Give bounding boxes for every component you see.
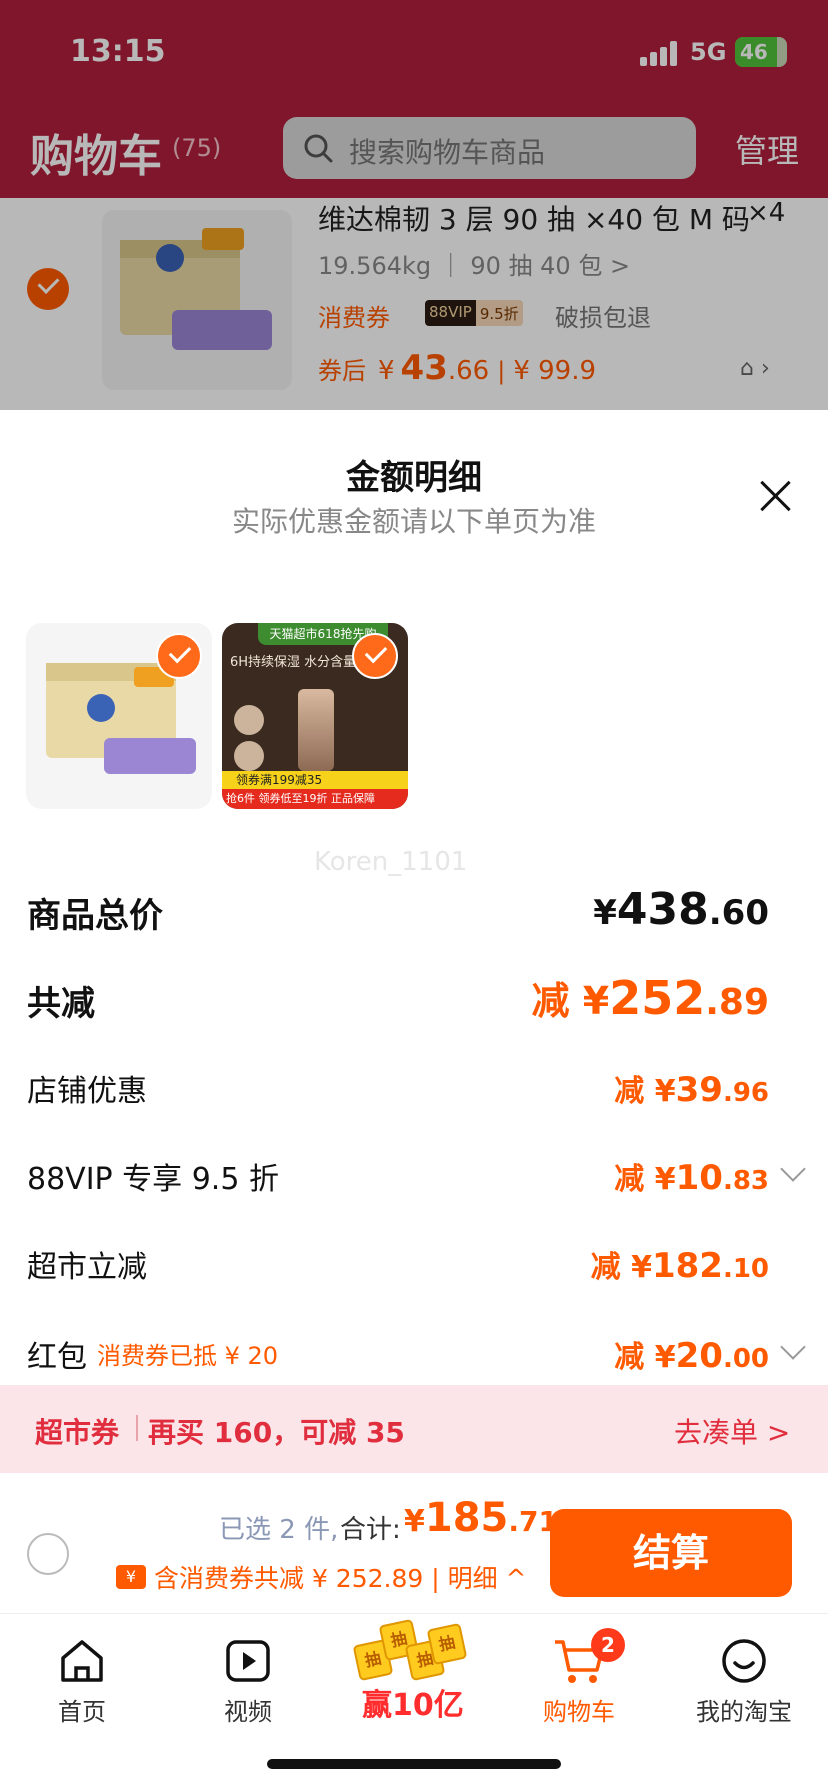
check-icon [156,633,202,679]
amount-detail-sheet: 金额明细 实际优惠金额请以下单页为准 天猫超市618抢先购 6H持续保湿 水分含… [0,410,828,1792]
cart-badge: 2 [591,1628,625,1662]
market-coupon-bar[interactable]: 超市券 再买 160，可减 35 去凑单 > [0,1385,828,1473]
watermark: Koren_1101 [314,847,468,877]
thumb-promo-strip: 抢6件 领券低至19折 正品保障 [222,789,408,809]
red-packet-note: 消费券已抵 ¥ 20 [97,1342,279,1370]
selected-count: 已选 2 件, [219,1515,339,1545]
tab-me[interactable]: 我的淘宝 [684,1636,804,1727]
row-value: 减 ¥20.00 [614,1336,769,1376]
saving-detail-link[interactable]: ¥ 含消费券共减 ¥ 252.89 | 明细 ^ [116,1559,527,1595]
row-value: 减 ¥10.83 [614,1158,769,1198]
smile-icon [722,1639,766,1683]
row-label: 商品总价 [27,896,163,936]
selected-thumb-1[interactable] [26,623,212,809]
row-value: ¥438.60 [593,884,769,935]
tab-label: 视频 [224,1698,272,1726]
thumb-text: 6H持续保湿 水分含量 [230,655,357,670]
tab-label: 首页 [58,1698,106,1726]
chevron-down-icon[interactable] [780,1334,806,1360]
row-label: 88VIP 专享 9.5 折 [27,1162,279,1197]
sheet-title: 金额明细 [346,458,482,498]
tab-cart[interactable]: 2 购物车 [519,1628,639,1727]
promo-tile: 抽 [426,1622,468,1666]
video-icon [226,1640,270,1682]
sum-label: 合计: [340,1515,401,1545]
selected-thumb-2[interactable]: 天猫超市618抢先购 6H持续保湿 水分含量 领券满199减35 抢6件 领券低… [222,623,408,809]
row-value: 减 ¥252.89 [531,971,769,1025]
tab-label: 购物车 [543,1698,615,1726]
row-value: 减 ¥182.10 [590,1246,769,1286]
select-all-radio[interactable] [27,1533,69,1575]
row-label: 店铺优惠 [27,1074,147,1109]
promo-text: 赢10亿 [362,1688,464,1723]
promo-campaign[interactable]: 抽 抽 抽 抽 赢10亿 [352,1618,474,1723]
row-label: 共减 [27,984,95,1024]
row-label: 超市立减 [27,1250,147,1285]
coupon-label: 超市券 [35,1416,120,1449]
chevron-down-icon[interactable] [780,1156,806,1182]
saving-text: 含消费券共减 ¥ 252.89 | 明细 ^ [154,1564,527,1593]
row-value: 减 ¥39.96 [614,1070,769,1110]
sum-value: ¥185.71 [404,1495,558,1541]
thumb-coupon-strip: 领券满199减35 [222,771,408,789]
home-indicator [267,1759,561,1769]
tab-label: 我的淘宝 [696,1698,792,1726]
close-icon[interactable] [755,476,795,516]
tab-video[interactable]: 视频 [188,1636,308,1727]
coupon-icon: ¥ [116,1565,146,1589]
sheet-subtitle: 实际优惠金额请以下单页为准 [231,505,596,538]
overlay-dim[interactable] [0,0,828,410]
check-icon [352,633,398,679]
tab-home[interactable]: 首页 [22,1636,142,1727]
home-icon [61,1640,103,1682]
checkout-button[interactable]: 结算 [550,1509,792,1597]
row-label: 红包 [27,1340,87,1375]
add-items-link[interactable]: 去凑单 > [674,1411,790,1451]
checkout-bar: 已选 2 件, 合计: ¥185.71 ¥ 含消费券共减 ¥ 252.89 | … [0,1473,828,1623]
coupon-message: 再买 160，可减 35 [148,1416,405,1449]
